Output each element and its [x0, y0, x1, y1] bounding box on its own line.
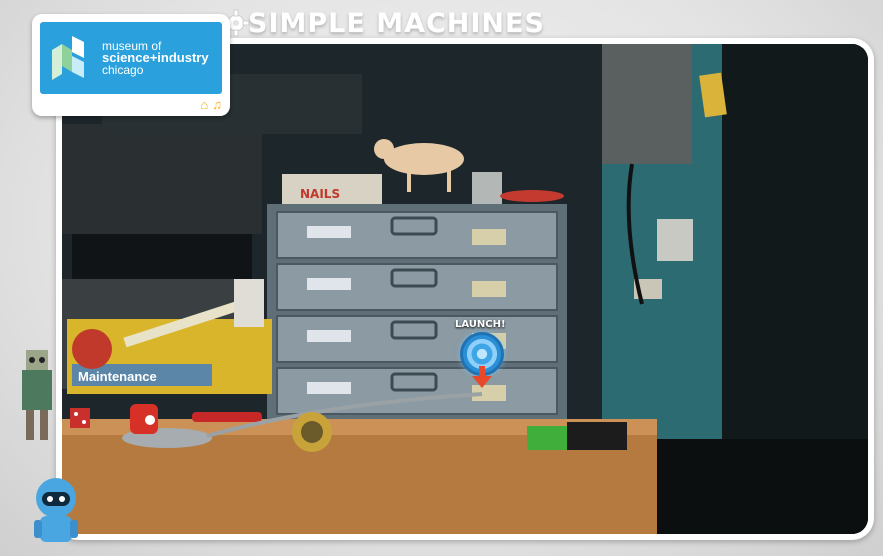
logo-line-3: chicago [102, 63, 144, 77]
nails-box-label: NAILS [300, 187, 340, 201]
workbench-scene[interactable]: NAILS Maintenance LAUNCH! [62, 44, 868, 534]
msi-logo-icon [52, 36, 84, 80]
music-note-icon[interactable]: ♫ [212, 98, 222, 112]
blue-robot-mascot[interactable] [28, 476, 84, 548]
game-title: SIMPLE MACHINES [248, 8, 545, 39]
museum-logo-card: museum of science+industry chicago ⌂ ♫ [32, 14, 230, 116]
scene-background: NAILS Maintenance [62, 44, 868, 534]
museum-logo[interactable]: museum of science+industry chicago [40, 22, 222, 94]
launch-label: LAUNCH! [455, 319, 506, 330]
down-arrow-icon [472, 366, 492, 388]
home-icon[interactable]: ⌂ [200, 98, 208, 112]
maintenance-box-label: Maintenance [78, 369, 157, 384]
green-robot-toy [22, 350, 52, 440]
